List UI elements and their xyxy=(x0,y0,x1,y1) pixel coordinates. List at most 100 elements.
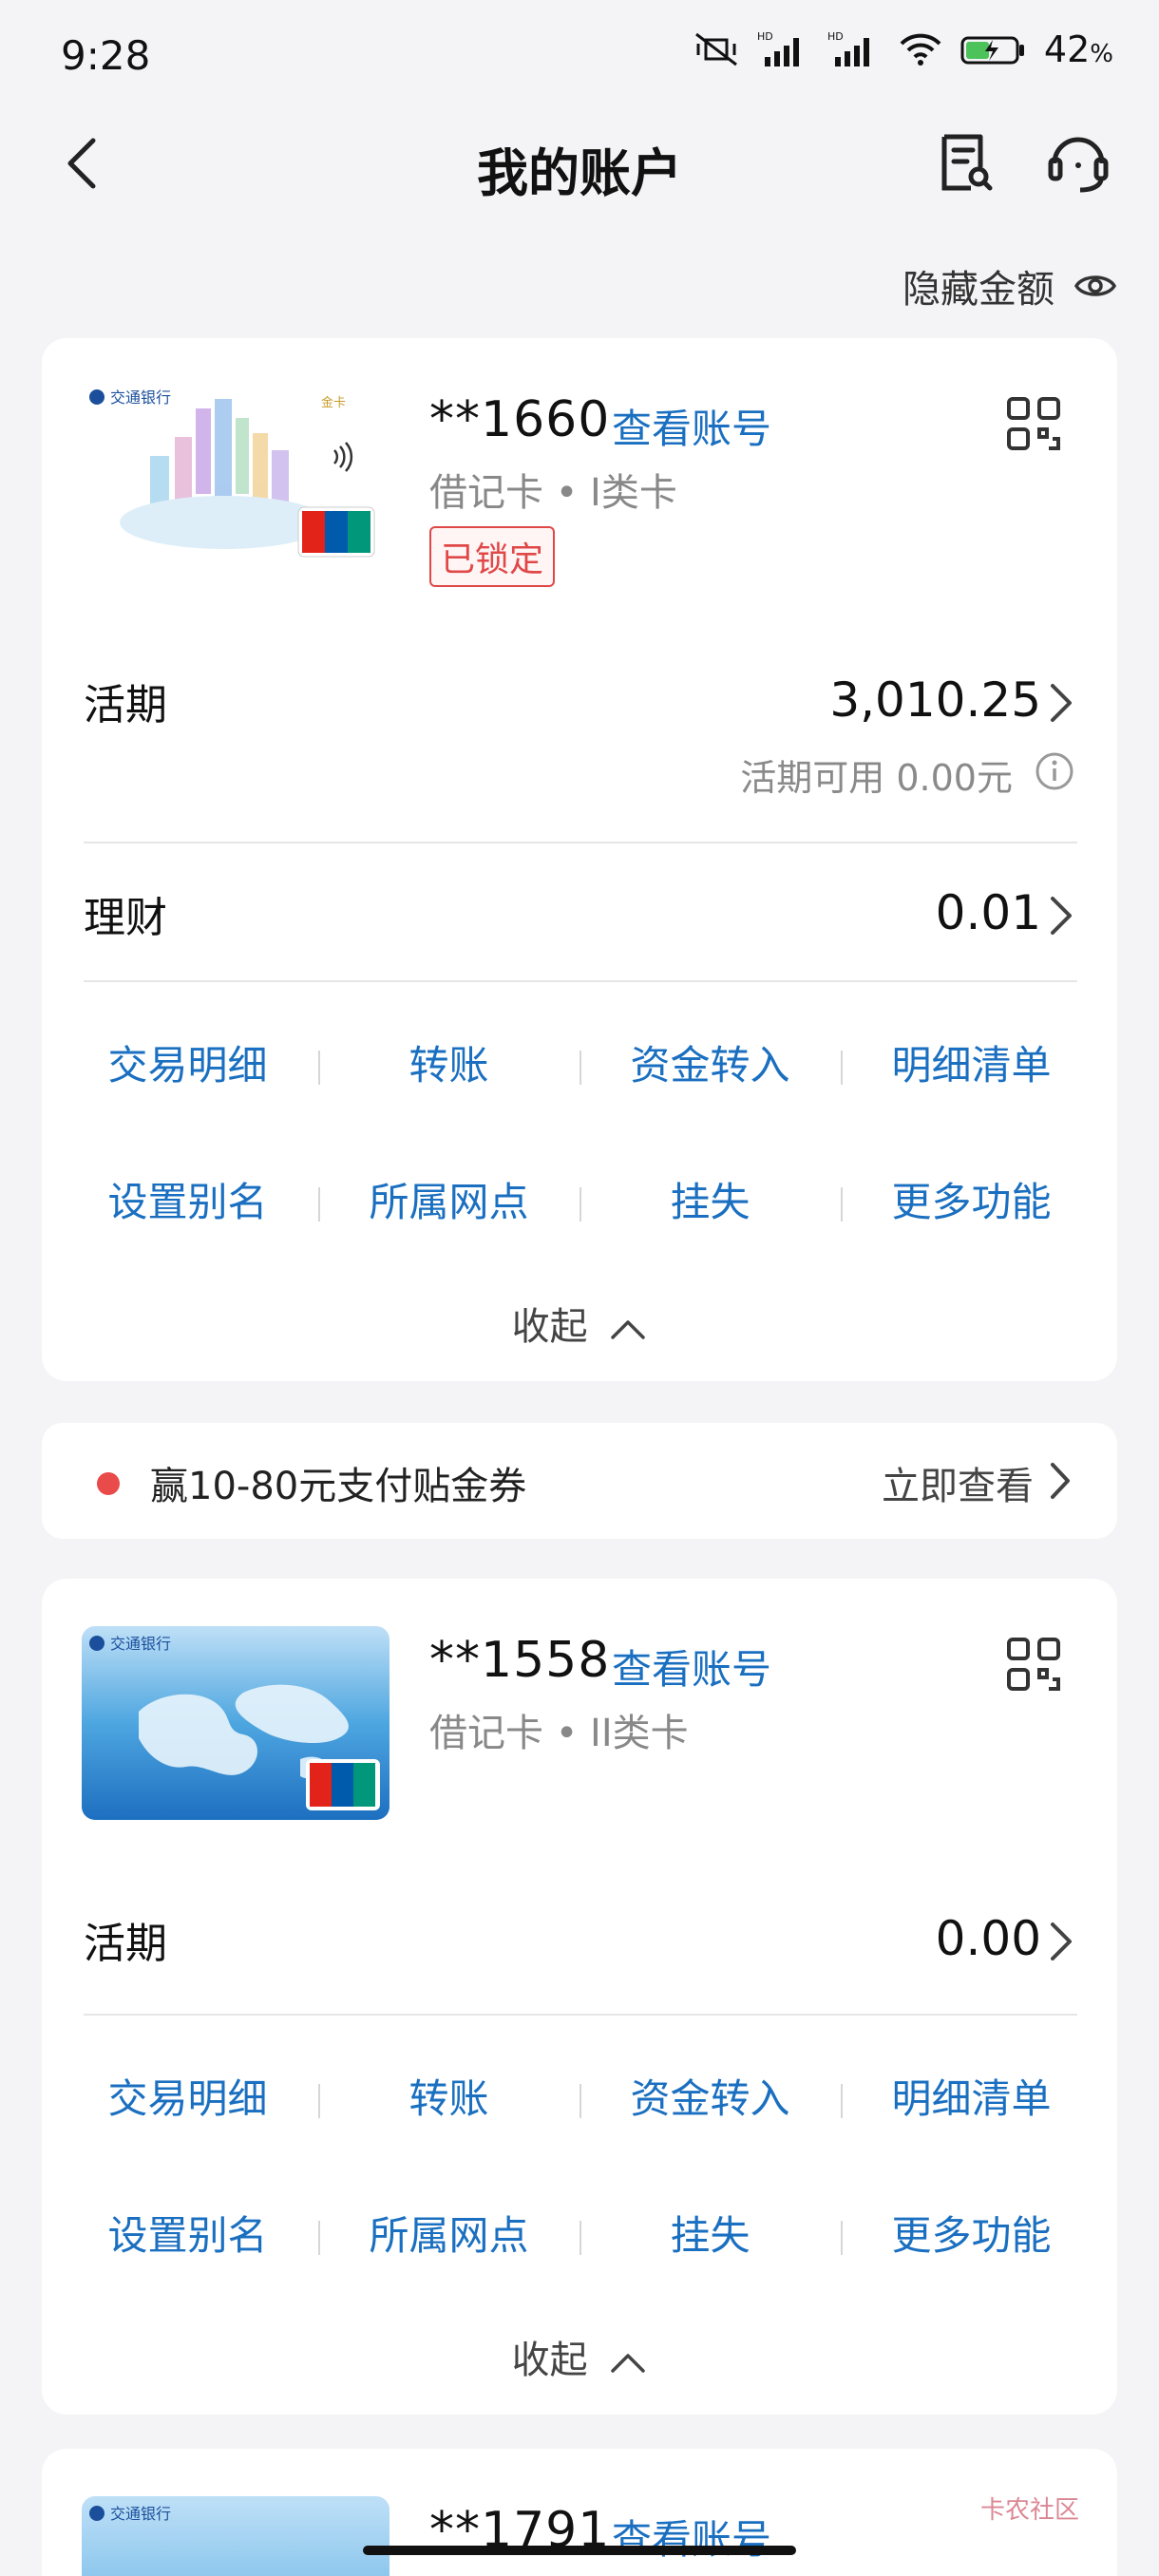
account-card: 交通银行 金卡 **1660 查看账号 借记卡 • I类卡 已锁定 活期 3,0… xyxy=(42,338,1117,1381)
bank-name-text: 交通银行 xyxy=(110,388,171,407)
transfer-button[interactable]: 转账 xyxy=(318,2061,580,2137)
separator xyxy=(580,1051,581,1085)
branch-button[interactable]: 所属网点 xyxy=(318,2198,580,2274)
statement-list-button[interactable]: 明细清单 xyxy=(841,2061,1102,2137)
current-deposit-label: 活期 xyxy=(84,1920,167,1968)
actions-row: 交易明细 转账 资金转入 明细清单 xyxy=(57,1028,1102,1104)
collapse-label: 收起 xyxy=(511,2339,588,2382)
separator xyxy=(318,1187,320,1222)
header: 我的账户 xyxy=(0,114,1159,217)
bank-name-text: 交通银行 xyxy=(110,1635,171,1653)
separator xyxy=(841,2084,843,2118)
eye-icon xyxy=(1074,275,1117,296)
view-account-number-link[interactable]: 查看账号 xyxy=(612,2508,771,2566)
current-deposit-balance[interactable]: 3,010.25 xyxy=(829,672,1041,728)
qr-code-button[interactable] xyxy=(1005,395,1062,452)
separator xyxy=(318,2221,320,2255)
world-map-card-art: 交通银行 xyxy=(82,1626,390,1820)
account-card: 交通银行 **1791 查看账号 xyxy=(42,2449,1117,2576)
actions-row: 设置别名 所属网点 挂失 更多功能 xyxy=(57,2198,1102,2274)
bill-search-icon xyxy=(941,134,993,191)
current-deposit-label: 活期 xyxy=(84,681,167,729)
chevron-up-icon xyxy=(611,2354,646,2373)
separator xyxy=(580,2221,581,2255)
battery-charging-icon xyxy=(960,36,1024,65)
mute-vibrate-icon xyxy=(695,32,737,66)
wealth-label: 理财 xyxy=(84,894,167,942)
divider xyxy=(84,980,1077,982)
separator xyxy=(318,2084,320,2118)
divider xyxy=(84,2014,1077,2016)
collapse-label: 收起 xyxy=(511,1305,588,1349)
separator xyxy=(318,1051,320,1085)
status-badge: 已锁定 xyxy=(429,526,556,587)
more-functions-button[interactable]: 更多功能 xyxy=(841,1165,1102,1241)
chevron-right-icon[interactable] xyxy=(1047,895,1075,937)
promo-banner[interactable]: 赢10-80元支付贴金券 立即查看 xyxy=(42,1423,1117,1539)
current-deposit-balance[interactable]: 0.00 xyxy=(936,1911,1041,1966)
world-map-card-art: 交通银行 xyxy=(82,2496,390,2576)
collapse-button[interactable]: 收起 xyxy=(42,1296,1117,1351)
report-loss-button[interactable]: 挂失 xyxy=(580,2198,841,2274)
qr-code-button[interactable] xyxy=(1005,1636,1062,1693)
promo-text: 赢10-80元支付贴金券 xyxy=(150,1465,527,1508)
debit-card-image: 交通银行 xyxy=(82,1626,390,1820)
hide-amount-toggle[interactable]: 隐藏金额 xyxy=(902,258,1117,313)
more-functions-button[interactable]: 更多功能 xyxy=(841,2198,1102,2274)
collapse-button[interactable]: 收起 xyxy=(42,2329,1117,2384)
svg-text:HD: HD xyxy=(827,30,844,43)
chevron-right-icon[interactable] xyxy=(1047,682,1075,724)
report-loss-button[interactable]: 挂失 xyxy=(580,1165,841,1241)
debit-card-image: 交通银行 xyxy=(82,2496,390,2576)
home-indicator[interactable] xyxy=(363,2546,796,2555)
account-number: **1558 xyxy=(429,1632,611,1689)
set-alias-button[interactable]: 设置别名 xyxy=(57,2198,318,2274)
promo-dot xyxy=(97,1472,120,1495)
card-type: 借记卡 • II类卡 xyxy=(429,1712,689,1755)
chevron-right-icon xyxy=(1051,1463,1070,1499)
card-type: 借记卡 • I类卡 xyxy=(429,471,677,515)
signal-hd-icon-2: HD xyxy=(827,30,869,66)
separator xyxy=(580,1187,581,1222)
headset-icon xyxy=(1048,137,1109,193)
wifi-icon xyxy=(900,33,941,66)
view-account-number-link[interactable]: 查看账号 xyxy=(612,1638,771,1695)
account-card: 交通银行 **1558 查看账号 借记卡 • II类卡 活期 0.00 交易明细… xyxy=(42,1579,1117,2415)
actions-row: 交易明细 转账 资金转入 明细清单 xyxy=(57,2061,1102,2137)
watermark: 卡农社区 xyxy=(980,2496,1080,2525)
transaction-details-button[interactable]: 交易明细 xyxy=(57,2061,318,2137)
card-tier-text: 金卡 xyxy=(321,395,346,410)
account-number: **1660 xyxy=(429,391,611,448)
separator xyxy=(841,2221,843,2255)
wealth-balance[interactable]: 0.01 xyxy=(936,885,1041,940)
transfer-button[interactable]: 转账 xyxy=(318,1028,580,1104)
qr-code-icon xyxy=(1007,397,1060,450)
separator xyxy=(580,2084,581,2118)
chevron-right-icon[interactable] xyxy=(1047,1921,1075,1962)
status-icons: HD HD 42% xyxy=(693,28,1113,70)
separator xyxy=(841,1051,843,1085)
status-time: 9:28 xyxy=(61,32,151,79)
transaction-details-button[interactable]: 交易明细 xyxy=(57,1028,318,1104)
fund-transfer-in-button[interactable]: 资金转入 xyxy=(580,2061,841,2137)
customer-service-button[interactable] xyxy=(1045,131,1112,194)
actions-row: 设置别名 所属网点 挂失 更多功能 xyxy=(57,1165,1102,1241)
view-account-number-link[interactable]: 查看账号 xyxy=(612,397,771,455)
separator xyxy=(841,1187,843,1222)
branch-button[interactable]: 所属网点 xyxy=(318,1165,580,1241)
info-icon[interactable] xyxy=(1034,750,1075,792)
divider xyxy=(84,842,1077,843)
bank-name-text: 交通银行 xyxy=(110,2505,171,2523)
fund-transfer-in-button[interactable]: 资金转入 xyxy=(580,1028,841,1104)
gold-card-art: 交通银行 金卡 xyxy=(82,380,390,574)
chevron-up-icon xyxy=(611,1320,646,1339)
hide-amount-label: 隐藏金额 xyxy=(902,268,1054,312)
qr-code-icon xyxy=(1007,1638,1060,1691)
available-balance-text: 活期可用 0.00元 xyxy=(740,757,1013,799)
bill-search-button[interactable] xyxy=(933,131,996,194)
set-alias-button[interactable]: 设置别名 xyxy=(57,1165,318,1241)
svg-text:HD: HD xyxy=(757,30,773,43)
statement-list-button[interactable]: 明细清单 xyxy=(841,1028,1102,1104)
signal-hd-icon: HD xyxy=(757,30,799,66)
promo-view-now[interactable]: 立即查看 xyxy=(882,1455,1034,1510)
